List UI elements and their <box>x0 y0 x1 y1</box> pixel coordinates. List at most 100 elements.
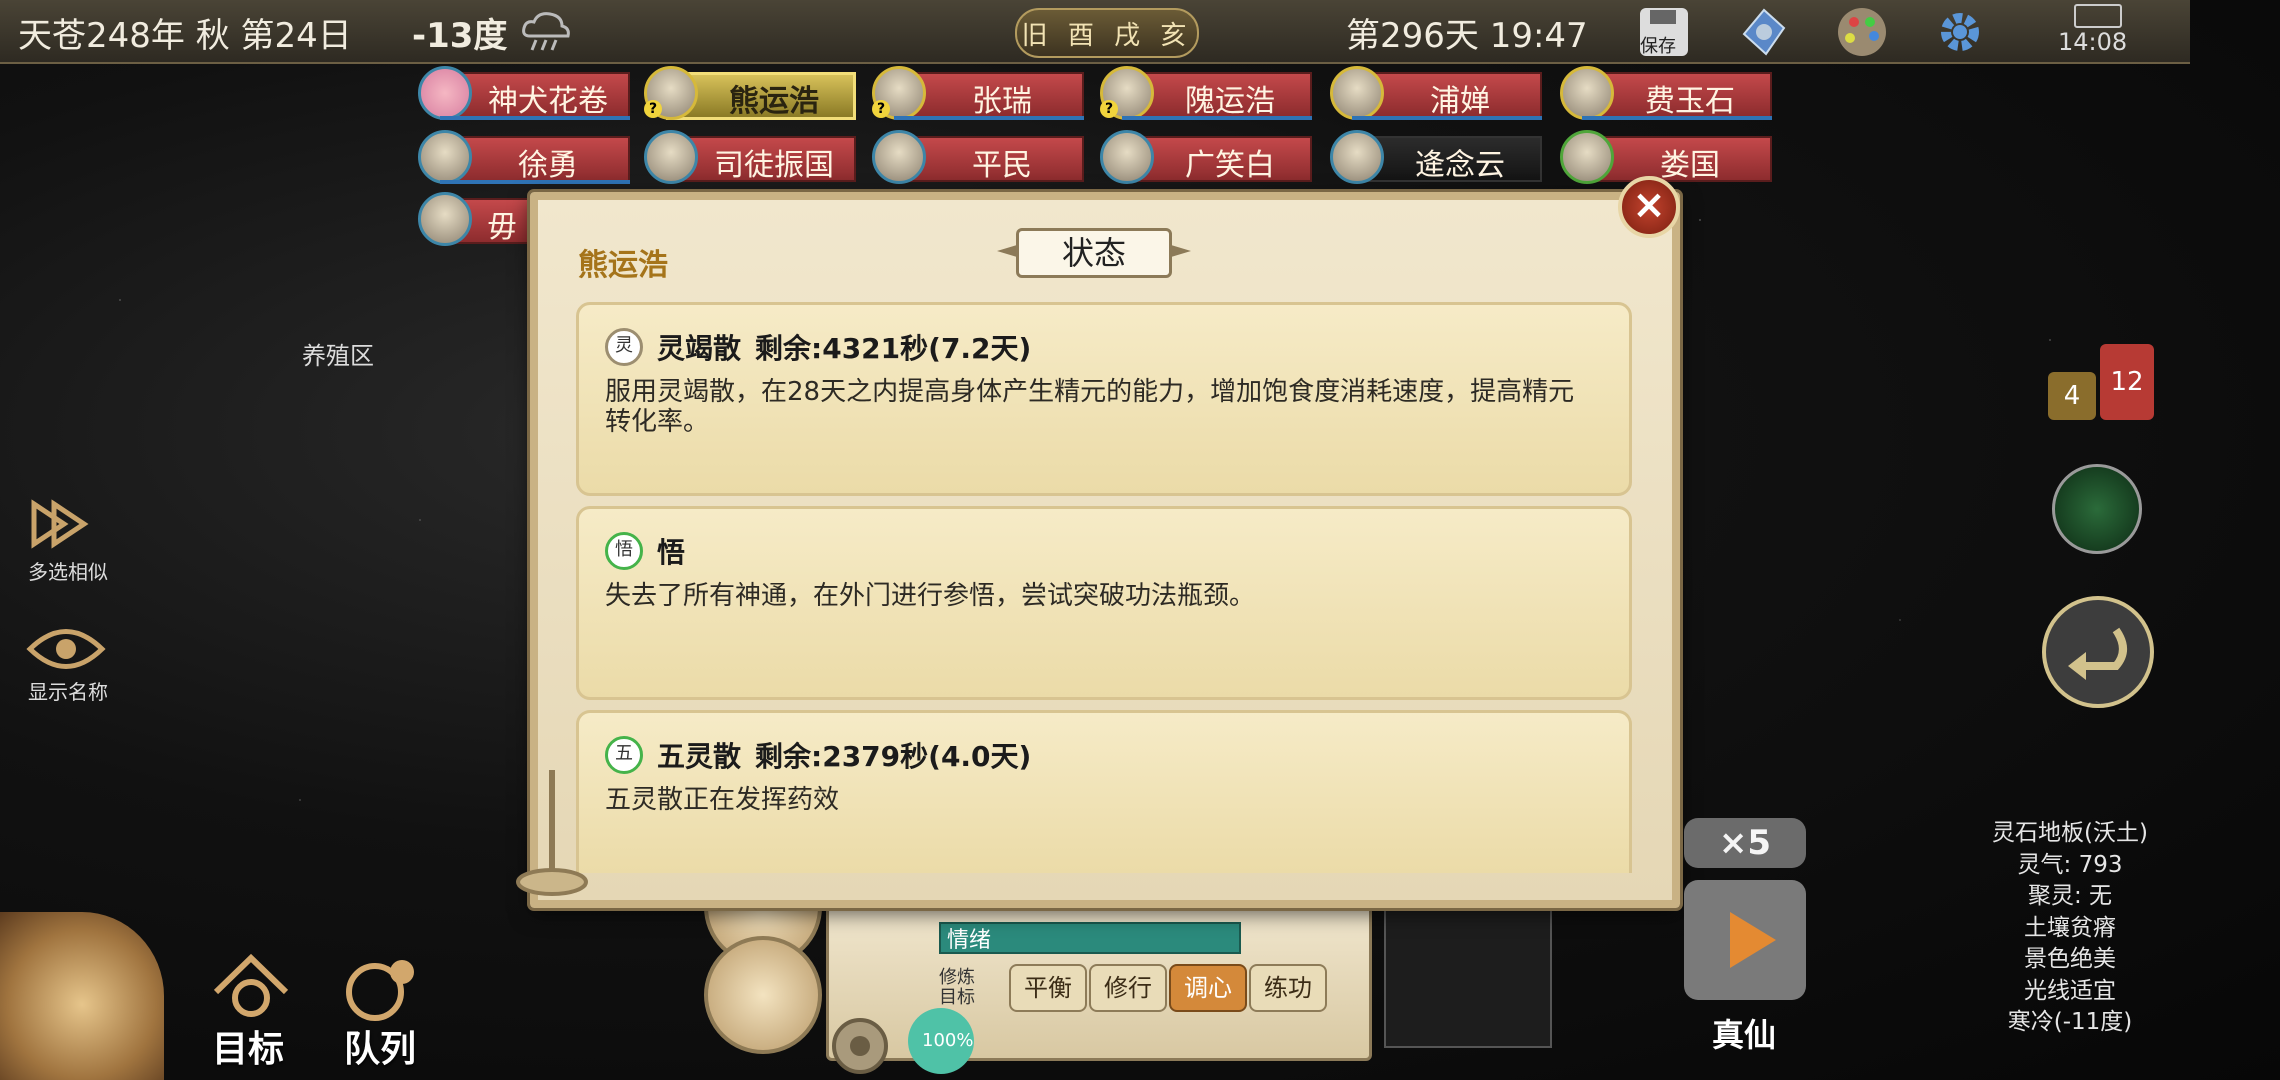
gourd-icon[interactable] <box>0 912 164 1080</box>
char-tab[interactable]: 毋 <box>418 192 538 246</box>
queue-button[interactable]: 队列 <box>344 1020 416 1072</box>
question-mark-icon: ? <box>1100 100 1118 118</box>
char-name: 司徒振国 <box>714 148 834 183</box>
char-tab[interactable]: 广笑白 <box>1100 130 1312 184</box>
settings-gear-icon[interactable] <box>1932 4 1988 60</box>
effect-badge: 悟 <box>605 532 643 570</box>
multi-select-icon[interactable] <box>24 494 108 564</box>
progress-percent: 100% <box>922 1030 974 1051</box>
avatar-icon <box>418 130 472 184</box>
tile-gather: 聚灵: 无 <box>2027 883 2113 909</box>
char-name: 浦婵 <box>1430 84 1490 119</box>
char-name: 平民 <box>972 148 1032 183</box>
char-name: 广笑白 <box>1185 148 1275 183</box>
action-icons-grid[interactable] <box>1384 888 1552 1048</box>
system-clock: 14:08 <box>2058 28 2128 56</box>
effect-description: 五灵散正在发挥药效 <box>605 785 840 815</box>
rain-cloud-icon <box>522 12 570 51</box>
char-tab-selected[interactable]: ? 熊运浩 <box>644 66 856 120</box>
effect-remaining: 剩余:2379秒(4.0天) <box>755 740 1032 773</box>
effect-remaining: 剩余:4321秒(7.2天) <box>755 332 1032 365</box>
char-name: 逄念云 <box>1415 148 1505 183</box>
play-icon[interactable] <box>1684 880 1806 1000</box>
char-tab[interactable]: 娄国 <box>1560 130 1772 184</box>
effect-name: 悟 <box>657 536 686 569</box>
eye-icon[interactable] <box>24 614 108 684</box>
season-badge[interactable]: 旧 酉 戌 亥 <box>1015 8 1199 58</box>
char-name: 毋 <box>487 210 517 245</box>
status-effect-card: 灵 灵竭散 剩余:4321秒(7.2天) 服用灵竭散，在28天之内提高身体产生精… <box>576 302 1632 496</box>
palette-icon[interactable] <box>1834 4 1890 60</box>
paw-icon <box>418 66 472 120</box>
plus-icon <box>1330 66 1384 120</box>
effect-badge: 灵 <box>605 328 643 366</box>
day-time: 第296天 19:47 <box>1346 16 1588 56</box>
status-dialog: 熊运浩 状态 灵 灵竭散 剩余:4321秒(7.2天) 服用灵竭散，在28天之内… <box>530 192 1680 908</box>
char-name: 熊运浩 <box>729 84 819 119</box>
char-tab[interactable]: 神犬花卷 <box>418 66 630 120</box>
status-effect-card: 五 五灵散 剩余:2379秒(4.0天) 五灵散正在发挥药效 <box>576 710 1632 873</box>
effect-description: 服用灵竭散，在28天之内提高身体产生精元的能力，增加饱食度消耗速度，提高精元转化… <box>605 377 1575 437</box>
avatar-icon <box>1330 130 1384 184</box>
tile-temperature: 寒冷(-11度) <box>2007 1009 2133 1035</box>
char-name: 隗运浩 <box>1185 84 1275 119</box>
realm-label: 真仙 <box>1712 1016 1777 1054</box>
tile-title: 灵石地板(沃土) <box>1992 820 2148 846</box>
char-tab[interactable]: 浦婵 <box>1330 66 1542 120</box>
train-option-practice[interactable]: 修行 <box>1089 964 1167 1012</box>
gear-settings-icon[interactable] <box>820 1006 900 1080</box>
avatar-icon <box>872 130 926 184</box>
question-mark-icon: ? <box>872 100 890 118</box>
effect-name: 灵竭散 <box>657 332 742 365</box>
plus-icon <box>1560 66 1614 120</box>
char-name: 神犬花卷 <box>488 84 608 119</box>
incense-burner-icon <box>516 770 588 896</box>
back-arrow-icon[interactable] <box>2042 596 2154 708</box>
char-name: 张瑞 <box>972 84 1032 119</box>
meditation-portrait-icon[interactable] <box>704 936 822 1054</box>
top-status-bar: 天苍248年 秋 第24日 -13度 旧 酉 戌 亥 第296天 19:47 保… <box>0 0 2190 64</box>
char-tab[interactable]: ? 隗运浩 <box>1100 66 1312 120</box>
effect-name: 五灵散 <box>657 740 742 773</box>
character-name: 熊运浩 <box>578 248 668 283</box>
temperature: -13度 <box>412 16 508 56</box>
notification-badge-gold[interactable]: 4 <box>2048 372 2096 420</box>
char-tab[interactable]: 徐勇 <box>418 130 630 184</box>
speed-multiplier[interactable]: ×5 <box>1684 818 1806 868</box>
effect-badge: 五 <box>605 736 643 774</box>
notification-badge-red[interactable]: 12 <box>2100 344 2154 420</box>
char-name: 徐勇 <box>518 148 578 183</box>
char-tab[interactable]: 平民 <box>872 130 1084 184</box>
char-tab[interactable]: 逄念云 <box>1330 130 1542 184</box>
taiji-icon[interactable] <box>2052 464 2142 554</box>
dialog-title: 状态 <box>1016 228 1172 278</box>
tile-soil: 土壤贫瘠 <box>2024 914 2116 941</box>
zone-label: 养殖区 <box>302 342 374 370</box>
avatar-icon <box>644 130 698 184</box>
char-name: 费玉石 <box>1645 84 1735 119</box>
train-option-skill[interactable]: 练功 <box>1249 964 1327 1012</box>
char-tab[interactable]: 司徒振国 <box>644 130 856 184</box>
tile-qi: 灵气: 793 <box>2017 851 2123 878</box>
effect-description: 失去了所有神通，在外门进行参悟，尝试突破功法瓶颈。 <box>605 581 1256 611</box>
train-target-label: 修炼目标 <box>939 967 975 1008</box>
train-option-balance[interactable]: 平衡 <box>1009 964 1087 1012</box>
tile-light: 光线适宜 <box>2024 977 2116 1004</box>
map-compass-icon[interactable] <box>1736 4 1792 60</box>
char-tab[interactable]: 费玉石 <box>1560 66 1772 120</box>
char-name: 娄国 <box>1660 148 1720 183</box>
question-mark-icon: ? <box>644 100 662 118</box>
close-button[interactable]: × <box>1618 176 1680 238</box>
status-effect-card: 悟 悟 失去了所有神通，在外门进行参悟，尝试突破功法瓶颈。 <box>576 506 1632 700</box>
mood-label: 情绪 <box>947 928 992 953</box>
avatar-icon <box>1100 130 1154 184</box>
game-date: 天苍248年 秋 第24日 <box>18 16 352 56</box>
tile-scenery: 景色绝美 <box>2024 946 2116 972</box>
show-names-label: 显示名称 <box>28 680 108 704</box>
multi-select-label: 多选相似 <box>28 560 108 584</box>
tile-info-panel: 灵石地板(沃土) 灵气: 793 聚灵: 无 土壤贫瘠 景色绝美 光线适宜 寒冷… <box>1972 818 2168 1039</box>
char-tab[interactable]: ? 张瑞 <box>872 66 1084 120</box>
avatar-icon <box>418 192 472 246</box>
train-option-mind[interactable]: 调心 <box>1169 964 1247 1012</box>
target-button[interactable]: 目标 <box>212 1020 284 1072</box>
